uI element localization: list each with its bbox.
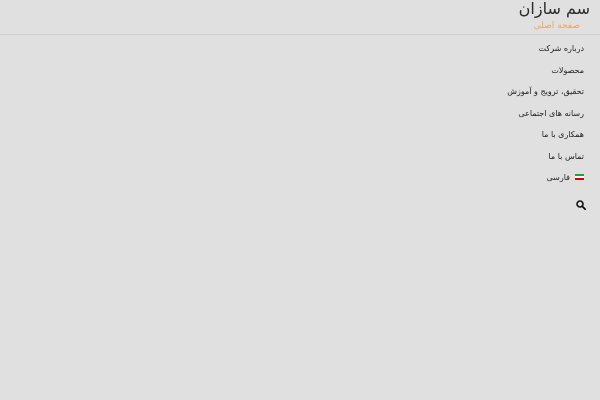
menu-item-social-media[interactable]: رسانه های اجتماعی bbox=[518, 109, 584, 119]
menu-item-about[interactable]: درباره شرکت bbox=[539, 44, 584, 54]
menu-item-research[interactable]: تحقیق، ترویج و آموزش bbox=[507, 87, 584, 97]
menu-item-careers[interactable]: همکاری با ما bbox=[542, 130, 584, 140]
search-icon[interactable] bbox=[576, 195, 587, 211]
iran-flag-icon bbox=[575, 173, 584, 180]
site-title[interactable]: سم سازان bbox=[519, 0, 590, 18]
menu-item-products[interactable]: محصولات bbox=[551, 66, 584, 76]
home-link[interactable]: صفحه اصلی bbox=[534, 21, 580, 31]
site-header: سم سازان صفحه اصلی bbox=[0, 0, 600, 35]
menu-item-language[interactable]: فارسی bbox=[546, 173, 584, 183]
page: سم سازان صفحه اصلی درباره شرکت محصولات ت… bbox=[0, 0, 600, 400]
language-label: فارسی bbox=[546, 173, 571, 182]
menu-item-contact[interactable]: تماس با ما bbox=[548, 152, 584, 162]
